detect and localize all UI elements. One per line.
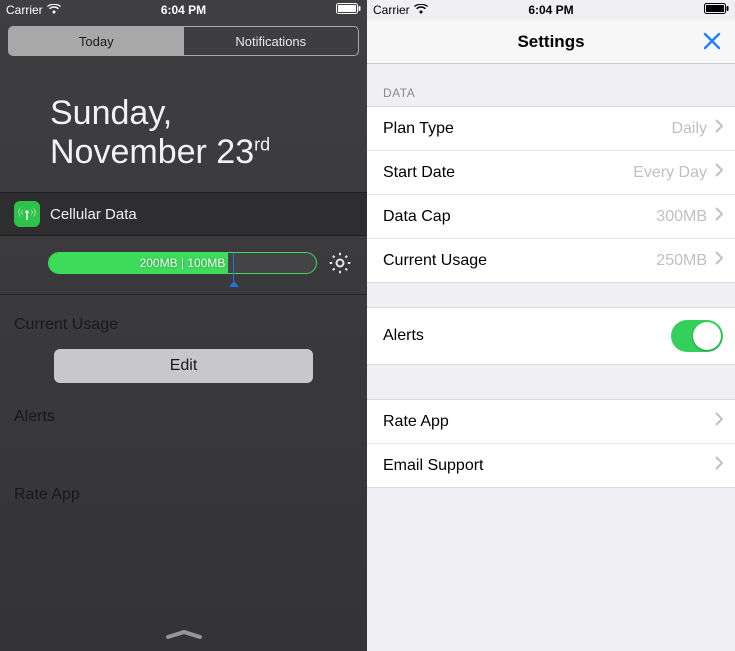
edit-button[interactable]: Edit: [54, 349, 313, 383]
status-bar-left: Carrier 6:04 PM: [0, 0, 367, 20]
row-current-usage-value: 250MB: [656, 252, 707, 270]
segment-today[interactable]: Today: [9, 27, 184, 55]
row-plan-type[interactable]: Plan Type Daily: [367, 107, 735, 150]
chevron-right-icon: [715, 412, 723, 431]
status-bar-right: Carrier 6:04 PM: [367, 0, 735, 20]
cellular-app-icon: [14, 201, 40, 227]
settings-nav-bar: Settings: [367, 20, 735, 64]
clock-label: 6:04 PM: [367, 3, 735, 17]
row-data-cap[interactable]: Data Cap 300MB: [367, 194, 735, 238]
data-progress-bar: 200MB | 100MB: [48, 252, 317, 274]
dim-row-1: Current Usage: [14, 301, 353, 349]
chevron-right-icon: [715, 119, 723, 138]
dimmed-background-rows: Current Usage Edit Alerts Rate App: [0, 295, 367, 525]
row-start-date-label: Start Date: [383, 164, 633, 182]
row-data-cap-label: Data Cap: [383, 208, 656, 226]
data-settings-list: Plan Type Daily Start Date Every Day Dat…: [367, 106, 735, 283]
close-icon[interactable]: [701, 30, 723, 57]
chevron-right-icon: [715, 251, 723, 270]
date-ordinal: rd: [254, 135, 270, 155]
row-start-date[interactable]: Start Date Every Day: [367, 150, 735, 194]
chevron-right-icon: [715, 207, 723, 226]
chevron-right-icon: [715, 163, 723, 182]
row-rate-app-label: Rate App: [383, 413, 715, 431]
clock-label: 6:04 PM: [0, 3, 367, 17]
date-month-day: November 23: [50, 133, 254, 171]
chevron-right-icon: [715, 456, 723, 475]
row-email-support-label: Email Support: [383, 457, 715, 475]
section-header-data: DATA: [367, 64, 735, 106]
widget-body: 200MB | 100MB: [0, 236, 367, 295]
row-rate-app[interactable]: Rate App: [367, 400, 735, 443]
row-current-usage-label: Current Usage: [383, 252, 656, 270]
dim-row-2: Alerts: [14, 393, 353, 441]
date-line-2: November 23rd: [50, 133, 355, 172]
progress-label: 200MB | 100MB: [49, 253, 316, 273]
alerts-toggle[interactable]: [671, 320, 723, 352]
row-plan-type-value: Daily: [671, 120, 707, 138]
row-plan-type-label: Plan Type: [383, 120, 671, 138]
alerts-list: Alerts: [367, 307, 735, 365]
row-email-support[interactable]: Email Support: [367, 443, 735, 487]
date-line-1: Sunday,: [50, 94, 355, 133]
today-view-screen: Carrier 6:04 PM Today Notifications Sund…: [0, 0, 367, 651]
segment-notifications[interactable]: Notifications: [184, 27, 359, 55]
gear-icon[interactable]: [327, 250, 353, 276]
row-alerts-label: Alerts: [383, 327, 671, 345]
widget-title: Cellular Data: [50, 206, 137, 223]
support-list: Rate App Email Support: [367, 399, 735, 488]
segment-today-label: Today: [79, 34, 114, 49]
dim-row-3: Rate App: [14, 471, 353, 519]
widget-header: Cellular Data: [0, 192, 367, 236]
row-alerts: Alerts: [367, 308, 735, 364]
segment-notifications-label: Notifications: [235, 34, 306, 49]
today-notifications-segmented[interactable]: Today Notifications: [8, 26, 359, 56]
row-current-usage[interactable]: Current Usage 250MB: [367, 238, 735, 282]
date-header: Sunday, November 23rd: [0, 66, 367, 192]
row-start-date-value: Every Day: [633, 164, 707, 182]
row-data-cap-value: 300MB: [656, 208, 707, 226]
settings-screen: Carrier 6:04 PM Settings DATA Plan Type: [367, 0, 735, 651]
progress-marker: [233, 253, 234, 281]
settings-title: Settings: [517, 32, 584, 52]
pull-handle-icon[interactable]: [0, 629, 367, 641]
